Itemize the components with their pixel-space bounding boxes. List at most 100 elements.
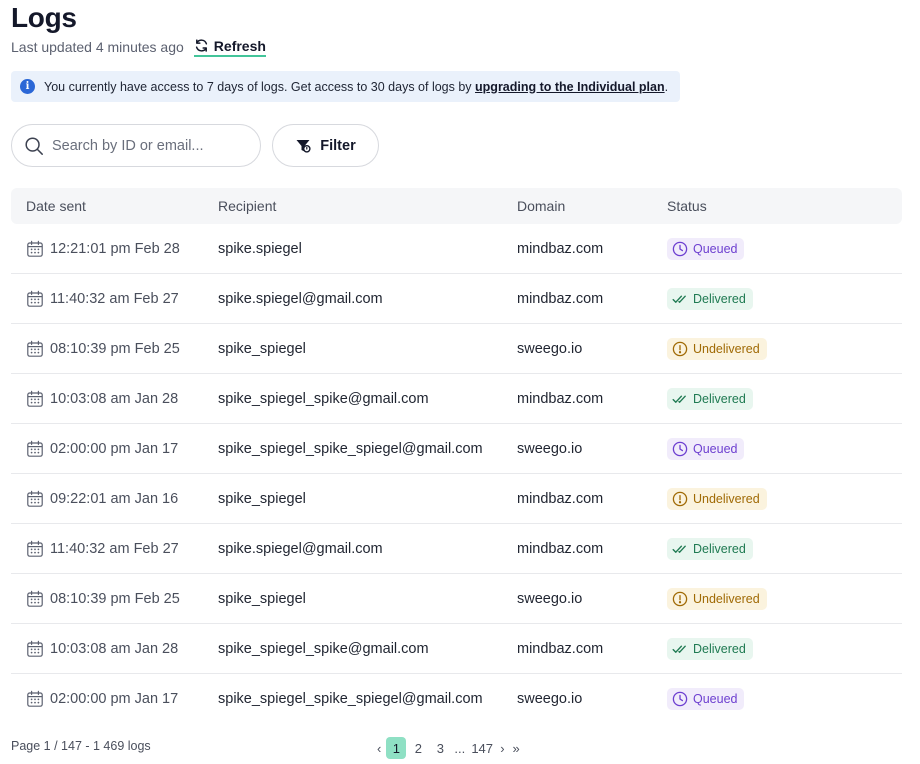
- status-badge: Delivered: [667, 388, 753, 410]
- date-sent-text: 10:03:08 am Jan 28: [50, 391, 179, 407]
- status-cell: Undelivered: [667, 474, 767, 524]
- domain-cell: sweego.io: [517, 341, 583, 357]
- upgrade-link[interactable]: upgrading to the Individual plan: [475, 80, 665, 94]
- status-label: Delivered: [693, 392, 746, 406]
- search-input[interactable]: [52, 137, 242, 154]
- domain-cell: sweego.io: [517, 691, 583, 707]
- table-row[interactable]: 11:40:32 am Feb 27 spike.spiegel@gmail.co…: [11, 524, 902, 574]
- recipient-cell: spike.spiegel@gmail.com: [218, 541, 383, 557]
- info-icon: i: [20, 79, 35, 94]
- page-3-button[interactable]: 3: [430, 737, 450, 759]
- page-title: Logs: [11, 2, 77, 33]
- search-icon: [25, 136, 43, 155]
- column-header-domain[interactable]: Domain: [517, 188, 565, 224]
- prev-page-button[interactable]: ‹: [373, 741, 385, 756]
- refresh-icon: [195, 39, 207, 52]
- date-sent-cell: 08:10:39 pm Feb 25: [26, 324, 180, 374]
- column-header-status[interactable]: Status: [667, 188, 707, 224]
- date-sent-text: 12:21:01 pm Feb 28: [50, 241, 180, 257]
- table-row[interactable]: 12:21:01 pm Feb 28 spike.spiegel mindbaz.c…: [11, 224, 902, 274]
- pagination-ellipsis: ...: [454, 740, 466, 756]
- recipient-cell: spike_spiegel_spike@gmail.com: [218, 391, 429, 407]
- log-rows: 12:21:01 pm Feb 28 spike.spiegel mindbaz.c…: [11, 224, 902, 724]
- table-row[interactable]: 09:22:01 am Jan 16 spike_spiegel mindbaz.c…: [11, 474, 902, 524]
- status-badge: Delivered: [667, 538, 753, 560]
- next-page-button[interactable]: ›: [496, 741, 508, 756]
- domain-cell: sweego.io: [517, 591, 583, 607]
- date-sent-cell: 09:22:01 am Jan 16: [26, 474, 178, 524]
- calendar-icon: [27, 490, 43, 507]
- domain-cell: mindbaz.com: [517, 241, 604, 257]
- status-cell: Queued: [667, 424, 745, 474]
- calendar-icon: [27, 640, 43, 657]
- recipient-cell: spike_spiegel: [218, 591, 306, 607]
- updated-row: Last updated 4 minutes ago Refresh: [11, 37, 266, 57]
- filter-label: Filter: [320, 137, 356, 154]
- status-cell: Delivered: [667, 374, 753, 424]
- domain-cell: sweego.io: [517, 441, 583, 457]
- domain-cell: mindbaz.com: [517, 491, 604, 507]
- status-label: Undelivered: [693, 592, 760, 606]
- recipient-cell: spike_spiegel_spike@gmail.com: [218, 641, 429, 657]
- calendar-icon: [27, 590, 43, 607]
- refresh-button[interactable]: Refresh: [193, 38, 266, 57]
- column-header-recipient[interactable]: Recipient: [218, 188, 276, 224]
- calendar-icon: [27, 340, 43, 357]
- table-row[interactable]: 08:10:39 pm Feb 25 spike_spiegel sweego.io…: [11, 574, 902, 624]
- status-cell: Delivered: [667, 524, 753, 574]
- page-2-button[interactable]: 2: [408, 737, 428, 759]
- status-label: Undelivered: [693, 342, 760, 356]
- status-label: Delivered: [693, 542, 746, 556]
- date-sent-text: 08:10:39 pm Feb 25: [50, 341, 180, 357]
- recipient-cell: spike.spiegel: [218, 241, 302, 257]
- date-sent-text: 02:00:00 pm Jan 17: [50, 691, 179, 707]
- info-text: You currently have access to 7 days of l…: [44, 80, 668, 94]
- calendar-icon: [27, 690, 43, 707]
- pagination: ‹ 1 2 3 ... 147 › »: [373, 737, 524, 759]
- last-page-button[interactable]: »: [509, 741, 524, 756]
- filter-button[interactable]: Filter: [272, 124, 379, 167]
- page-info: Page 1 / 147 - 1 469 logs: [11, 739, 151, 753]
- date-sent-text: 08:10:39 pm Feb 25: [50, 591, 180, 607]
- info-text-before: You currently have access to 7 days of l…: [44, 79, 476, 94]
- table-row[interactable]: 02:00:00 pm Jan 17 spike_spiegel_spike_sp…: [11, 424, 902, 474]
- recipient-cell: spike_spiegel_spike_spiegel@gmail.com: [218, 691, 483, 707]
- status-cell: Undelivered: [667, 324, 767, 374]
- filter-icon: [296, 139, 311, 153]
- page-1-button[interactable]: 1: [386, 737, 407, 759]
- status-label: Delivered: [693, 292, 746, 306]
- calendar-icon: [27, 290, 43, 307]
- recipient-cell: spike.spiegel@gmail.com: [218, 291, 383, 307]
- status-badge: Queued: [667, 688, 745, 710]
- status-cell: Delivered: [667, 274, 753, 324]
- column-header-date[interactable]: Date sent: [26, 188, 86, 224]
- last-page-number-button[interactable]: 147: [469, 737, 495, 759]
- domain-cell: mindbaz.com: [517, 291, 604, 307]
- table-row[interactable]: 11:40:32 am Feb 27 spike.spiegel@gmail.co…: [11, 274, 902, 324]
- domain-cell: mindbaz.com: [517, 391, 604, 407]
- status-badge: Undelivered: [667, 488, 767, 510]
- table-row[interactable]: 02:00:00 pm Jan 17 spike_spiegel_spike_sp…: [11, 674, 902, 724]
- status-badge: Delivered: [667, 638, 753, 660]
- status-cell: Undelivered: [667, 574, 767, 624]
- date-sent-cell: 10:03:08 am Jan 28: [26, 624, 178, 674]
- recipient-cell: spike_spiegel: [218, 341, 306, 357]
- date-sent-cell: 11:40:32 am Feb 27: [26, 524, 179, 574]
- date-sent-text: 02:00:00 pm Jan 17: [50, 441, 179, 457]
- status-label: Undelivered: [693, 492, 760, 506]
- status-cell: Queued: [667, 224, 745, 274]
- search-box[interactable]: [11, 124, 261, 167]
- table-row[interactable]: 10:03:08 am Jan 28 spike_spiegel_spike@gm…: [11, 374, 902, 424]
- domain-cell: mindbaz.com: [517, 641, 604, 657]
- table-row[interactable]: 08:10:39 pm Feb 25 spike_spiegel sweego.io…: [11, 324, 902, 374]
- status-badge: Delivered: [667, 288, 753, 310]
- calendar-icon: [27, 240, 43, 257]
- last-updated-text: Last updated 4 minutes ago: [11, 39, 184, 55]
- date-sent-cell: 10:03:08 am Jan 28: [26, 374, 178, 424]
- double-check-icon: [672, 545, 686, 553]
- info-banner: i You currently have access to 7 days of…: [11, 71, 680, 102]
- domain-cell: mindbaz.com: [517, 541, 604, 557]
- status-label: Queued: [693, 442, 738, 456]
- recipient-cell: spike_spiegel_spike_spiegel@gmail.com: [218, 441, 483, 457]
- table-row[interactable]: 10:03:08 am Jan 28 spike_spiegel_spike@gm…: [11, 624, 902, 674]
